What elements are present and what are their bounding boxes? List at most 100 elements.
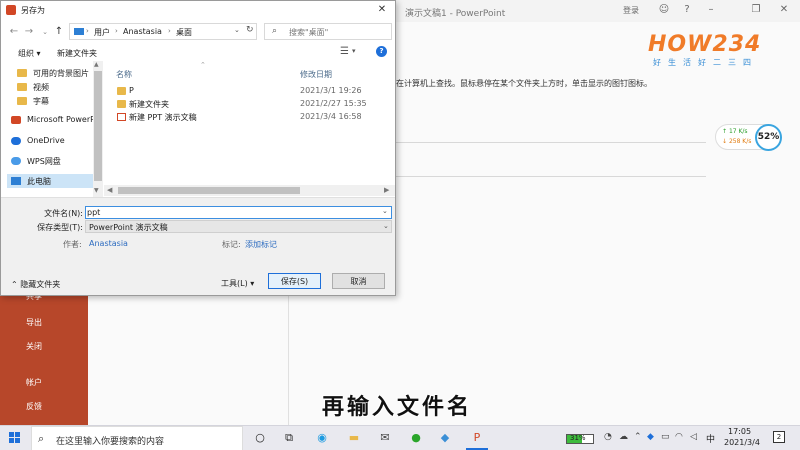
app-icon[interactable]: ◆ bbox=[437, 430, 453, 446]
clock-time[interactable]: 17:05 bbox=[728, 427, 751, 436]
volume-icon[interactable]: ◁ bbox=[690, 432, 697, 442]
horizontal-scrollbar[interactable]: ◀ ▶ bbox=[104, 185, 395, 196]
scrollbar-thumb[interactable] bbox=[118, 187, 300, 194]
clock-icon[interactable]: ◔ bbox=[604, 432, 612, 442]
help-question-icon[interactable]: ? bbox=[679, 3, 695, 17]
forward-arrow-icon[interactable]: → bbox=[23, 25, 35, 39]
wifi-icon[interactable]: ◠ bbox=[675, 432, 683, 442]
scroll-right-icon[interactable]: ▶ bbox=[384, 186, 389, 194]
scrollbar-thumb[interactable] bbox=[94, 71, 102, 181]
battery-icon[interactable]: ▭ bbox=[661, 432, 670, 442]
scroll-down-icon[interactable]: ▼ bbox=[94, 187, 99, 194]
chevron-down-icon[interactable]: ⌄ bbox=[382, 207, 388, 215]
filename-label: 文件名(N): bbox=[44, 209, 83, 218]
save-form: 文件名(N): ⌄ 保存类型(T): PowerPoint 演示文稿 ⌄ 作者:… bbox=[1, 197, 395, 295]
sidebar-item-account[interactable]: 帐户 bbox=[26, 377, 42, 388]
add-tags-link[interactable]: 添加标记 bbox=[245, 239, 277, 250]
nav-item-backgrounds[interactable]: 可用的背景图片 bbox=[7, 66, 99, 80]
scroll-left-icon[interactable]: ◀ bbox=[107, 186, 112, 194]
battery-indicator[interactable]: 31% bbox=[566, 434, 594, 444]
video-subtitle: 再输入文件名 bbox=[322, 395, 473, 420]
cloud-icon[interactable]: ☁ bbox=[619, 432, 628, 442]
folder-icon bbox=[17, 97, 27, 105]
notification-center-icon[interactable]: 2 bbox=[773, 431, 785, 443]
breadcrumb-anastasia[interactable]: Anastasia bbox=[123, 27, 162, 36]
face-icon[interactable]: ☺ bbox=[656, 3, 672, 17]
input-method-indicator[interactable]: 中 bbox=[706, 432, 715, 445]
up-arrow-icon[interactable]: ↑ bbox=[53, 25, 65, 39]
list-item[interactable]: P 2021/3/1 19:26 bbox=[114, 85, 384, 98]
column-header-date[interactable]: 修改日期 bbox=[300, 69, 332, 80]
divider bbox=[396, 142, 706, 143]
file-date: 2021/3/4 16:58 bbox=[300, 112, 362, 121]
window-title: 演示文稿1 - PowerPoint bbox=[405, 9, 506, 19]
computer-icon bbox=[11, 177, 21, 185]
clock-date[interactable]: 2021/3/4 bbox=[724, 438, 760, 447]
organize-button[interactable]: 组织 ▾ bbox=[18, 48, 41, 59]
nav-item-label: WPS网盘 bbox=[27, 157, 61, 166]
file-list: ⌃ 名称 修改日期 P 2021/3/1 19:26 新建文件夹 2021/2/… bbox=[104, 61, 395, 185]
address-bar[interactable]: › 用户 › Anastasia › 桌面 ⌄ ↻ bbox=[69, 23, 257, 40]
navigation-pane: 可用的背景图片 视频 字幕 Microsoft PowerPoint OneDr… bbox=[1, 61, 103, 197]
filename-input[interactable] bbox=[85, 206, 392, 219]
mail-icon[interactable]: ✉ bbox=[377, 430, 393, 446]
nav-item-powerpoint[interactable]: Microsoft PowerPoint bbox=[7, 113, 99, 127]
back-arrow-icon[interactable]: ← bbox=[8, 25, 20, 39]
edge-icon[interactable]: ◉ bbox=[314, 430, 330, 446]
network-speed-widget: ↑ 17 K/s ↓ 258 K/s 52% bbox=[715, 124, 782, 151]
filetype-select[interactable]: PowerPoint 演示文稿 ⌄ bbox=[85, 220, 392, 233]
chevron-down-icon[interactable]: ⌄ bbox=[234, 26, 240, 34]
nav-item-label: 字幕 bbox=[33, 97, 49, 106]
nav-item-onedrive[interactable]: OneDrive bbox=[7, 134, 99, 148]
column-header-name[interactable]: 名称 bbox=[116, 69, 132, 80]
nav-item-this-pc[interactable]: 此电脑 bbox=[7, 174, 99, 188]
task-view-icon[interactable]: ⧉ bbox=[281, 430, 297, 446]
tools-button[interactable]: 工具(L) ▾ bbox=[221, 278, 254, 289]
new-folder-button[interactable]: 新建文件夹 bbox=[57, 48, 97, 59]
chevron-down-icon[interactable]: ⌄ bbox=[39, 25, 51, 39]
tags-label: 标记: bbox=[222, 240, 241, 249]
file-name: 新建 PPT 演示文稿 bbox=[129, 113, 197, 122]
nav-item-label: 此电脑 bbox=[27, 177, 51, 186]
sidebar-item-close[interactable]: 关闭 bbox=[26, 341, 42, 352]
cortana-icon[interactable]: ○ bbox=[252, 430, 268, 446]
chevron-down-icon[interactable]: ▾ bbox=[352, 47, 356, 55]
search-input[interactable]: ⌕ 搜索"桌面" bbox=[264, 23, 392, 40]
wechat-icon[interactable]: ● bbox=[408, 430, 424, 446]
dialog-toolbar: 组织 ▾ 新建文件夹 ☰ ▾ ? bbox=[1, 44, 395, 61]
list-item[interactable]: 新建 PPT 演示文稿 2021/3/4 16:58 bbox=[114, 111, 384, 124]
view-options-icon[interactable]: ☰ bbox=[340, 46, 349, 57]
refresh-icon[interactable]: ↻ bbox=[246, 25, 254, 35]
taskbar-search-input[interactable]: ⌕ 在这里输入你要搜索的内容 bbox=[31, 426, 243, 450]
chevron-up-icon[interactable]: ⌃ bbox=[634, 432, 642, 442]
nav-scrollbar[interactable]: ▲ ▼ bbox=[93, 61, 103, 197]
help-icon[interactable]: ? bbox=[376, 46, 387, 57]
minimize-icon[interactable]: – bbox=[703, 3, 719, 17]
nav-item-wps[interactable]: WPS网盘 bbox=[7, 154, 99, 168]
hide-folders-toggle[interactable]: ⌃ 隐藏文件夹 bbox=[11, 279, 60, 290]
folder-icon bbox=[17, 69, 27, 77]
breadcrumb-users[interactable]: 用户 bbox=[94, 27, 110, 38]
list-item[interactable]: 新建文件夹 2021/2/27 15:35 bbox=[114, 98, 384, 111]
login-link[interactable]: 登录 bbox=[623, 5, 639, 16]
author-value[interactable]: Anastasia bbox=[89, 239, 128, 248]
cloud-icon bbox=[11, 137, 21, 145]
save-as-dialog: 另存为 ✕ ← → ⌄ ↑ › 用户 › Anastasia › 桌面 ⌄ ↻ … bbox=[0, 0, 396, 296]
nav-item-videos[interactable]: 视频 bbox=[7, 80, 99, 94]
sidebar-item-feedback[interactable]: 反馈 bbox=[26, 401, 42, 412]
save-button[interactable]: 保存(S) bbox=[268, 273, 321, 289]
breadcrumb-desktop[interactable]: 桌面 bbox=[176, 27, 192, 38]
close-icon[interactable]: ✕ bbox=[373, 2, 391, 18]
file-explorer-icon[interactable]: ▬ bbox=[346, 430, 362, 446]
powerpoint-taskbar-icon[interactable]: P bbox=[469, 430, 485, 446]
sidebar-item-export[interactable]: 导出 bbox=[26, 317, 42, 328]
nav-item-subtitles[interactable]: 字幕 bbox=[7, 94, 99, 108]
folder-icon bbox=[17, 83, 27, 91]
upload-speed-value: 17 K/s bbox=[728, 128, 748, 135]
tray-app-icon[interactable]: ◆ bbox=[647, 432, 654, 442]
scroll-up-icon[interactable]: ▲ bbox=[94, 61, 99, 68]
windows-start-icon[interactable] bbox=[9, 432, 21, 444]
close-icon[interactable]: ✕ bbox=[776, 3, 792, 17]
cancel-button[interactable]: 取消 bbox=[332, 273, 385, 289]
restore-icon[interactable]: ❐ bbox=[748, 3, 764, 17]
